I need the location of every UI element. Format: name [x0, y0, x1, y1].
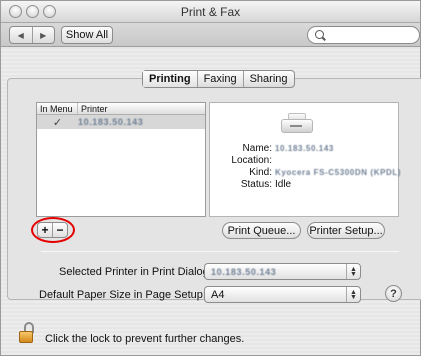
search-icon [315, 30, 324, 39]
status-label: Status: [240, 179, 272, 190]
title-bar: Print & Fax [1, 1, 420, 23]
forward-arrow-icon[interactable]: ▶ [33, 27, 55, 43]
printer-setup-button[interactable]: Printer Setup... [307, 222, 385, 239]
tab-faxing[interactable]: Faxing [196, 71, 243, 87]
tab-printing[interactable]: Printing [143, 71, 197, 87]
selected-printer-select[interactable]: 10.183.50.143 ▲ ▼ [204, 263, 361, 280]
location-label: Location: [231, 155, 272, 166]
paper-size-label: Default Paper Size in Page Setup: [39, 289, 206, 301]
printer-name: 10.183.50.143 [78, 117, 144, 127]
show-all-button[interactable]: Show All [61, 26, 113, 44]
name-value: 10.183.50.143 [275, 144, 334, 153]
window-title: Print & Fax [180, 5, 241, 19]
column-printer[interactable]: Printer [78, 103, 108, 114]
lock-message: Click the lock to prevent further change… [45, 333, 245, 345]
select-arrows-icon: ▲ ▼ [346, 264, 360, 279]
tab-bar: Printing Faxing Sharing [142, 70, 295, 88]
help-button[interactable]: ? [385, 285, 402, 302]
divider [41, 251, 399, 252]
add-printer-button[interactable]: + [38, 223, 53, 237]
in-menu-checkbox[interactable]: ✓ [37, 116, 78, 129]
printer-icon [280, 111, 314, 137]
print-queue-button[interactable]: Print Queue... [222, 222, 301, 239]
remove-printer-button[interactable]: − [53, 223, 67, 237]
kind-label: Kind: [249, 167, 272, 178]
column-in-menu[interactable]: In Menu [37, 103, 78, 114]
name-label: Name: [242, 143, 272, 154]
printer-details: Name: 10.183.50.143 Location: Kind: Kyoc… [209, 102, 402, 217]
status-value: Idle [275, 179, 292, 190]
printer-list[interactable]: In Menu Printer ✓ 10.183.50.143 [36, 102, 206, 217]
paper-size-select[interactable]: A4 ▲ ▼ [204, 286, 361, 303]
selected-printer-label: Selected Printer in Print Dialog: [59, 266, 212, 278]
preferences-window: Print & Fax ◀ ▶ Show All Printing Faxing… [0, 0, 421, 356]
tab-sharing[interactable]: Sharing [242, 71, 294, 87]
select-arrows-icon: ▲ ▼ [346, 287, 360, 302]
paper-size-value: A4 [211, 288, 225, 301]
search-field[interactable] [307, 26, 420, 44]
printer-row[interactable]: ✓ 10.183.50.143 [37, 115, 205, 129]
selected-printer-value: 10.183.50.143 [211, 266, 277, 277]
add-remove-control: + − [37, 222, 68, 238]
kind-value: Kyocera FS-C5300DN (KPDL) [275, 168, 402, 177]
back-forward-control: ◀ ▶ [9, 26, 55, 44]
printer-list-header: In Menu Printer [37, 103, 205, 115]
back-arrow-icon[interactable]: ◀ [10, 27, 33, 43]
lock-icon[interactable] [19, 322, 37, 344]
toolbar: ◀ ▶ Show All [1, 23, 420, 47]
